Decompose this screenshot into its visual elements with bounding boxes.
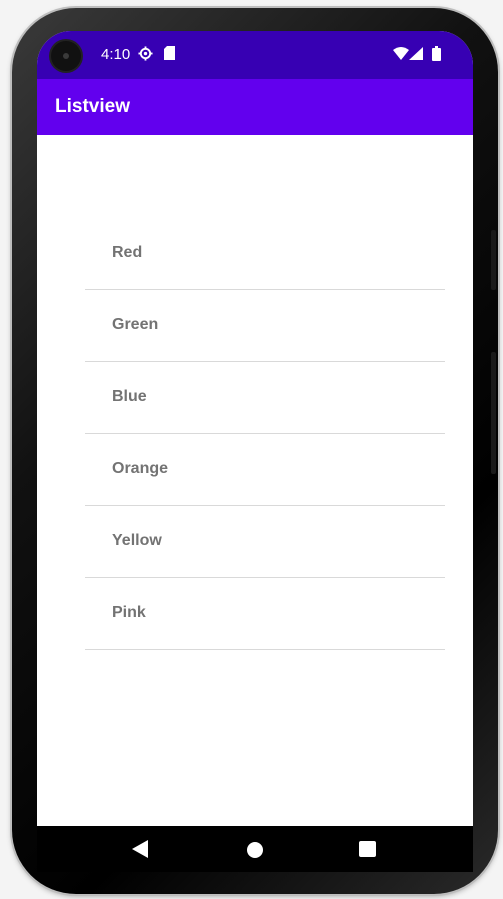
list-item-label: Orange [112, 460, 169, 477]
status-bar: 4:10 [37, 31, 473, 79]
app-bar: Listview [37, 79, 473, 135]
cell-signal-icon [409, 47, 423, 60]
back-icon[interactable] [132, 840, 148, 858]
volume-button [491, 230, 496, 290]
list-item[interactable]: Pink [85, 578, 445, 650]
page: 4:10 Listview Red Green Blue Orange Yell… [0, 0, 503, 899]
home-icon[interactable] [246, 841, 264, 859]
power-button [491, 352, 496, 474]
list-item[interactable]: Orange [85, 434, 445, 506]
list-item-label: Yellow [112, 532, 162, 549]
status-time: 4:10 [101, 46, 131, 63]
wifi-icon [393, 47, 409, 60]
front-camera [51, 41, 81, 71]
list-item[interactable]: Red [85, 218, 445, 290]
sd-card-icon [164, 46, 176, 60]
color-list: Red Green Blue Orange Yellow Pink [85, 218, 445, 650]
list-item-label: Pink [112, 604, 146, 621]
battery-icon [432, 46, 441, 61]
list-item-label: Blue [112, 388, 147, 405]
settings-gear-icon [138, 46, 153, 61]
list-item-label: Green [112, 316, 159, 333]
list-item[interactable]: Blue [85, 362, 445, 434]
list-item-label: Red [112, 244, 143, 261]
navigation-bar [37, 826, 473, 872]
recents-icon[interactable] [359, 841, 376, 857]
list-item[interactable]: Green [85, 290, 445, 362]
app-title: Listview [55, 96, 130, 117]
list-item[interactable]: Yellow [85, 506, 445, 578]
phone-screen: 4:10 Listview Red Green Blue Orange Yell… [37, 31, 473, 826]
